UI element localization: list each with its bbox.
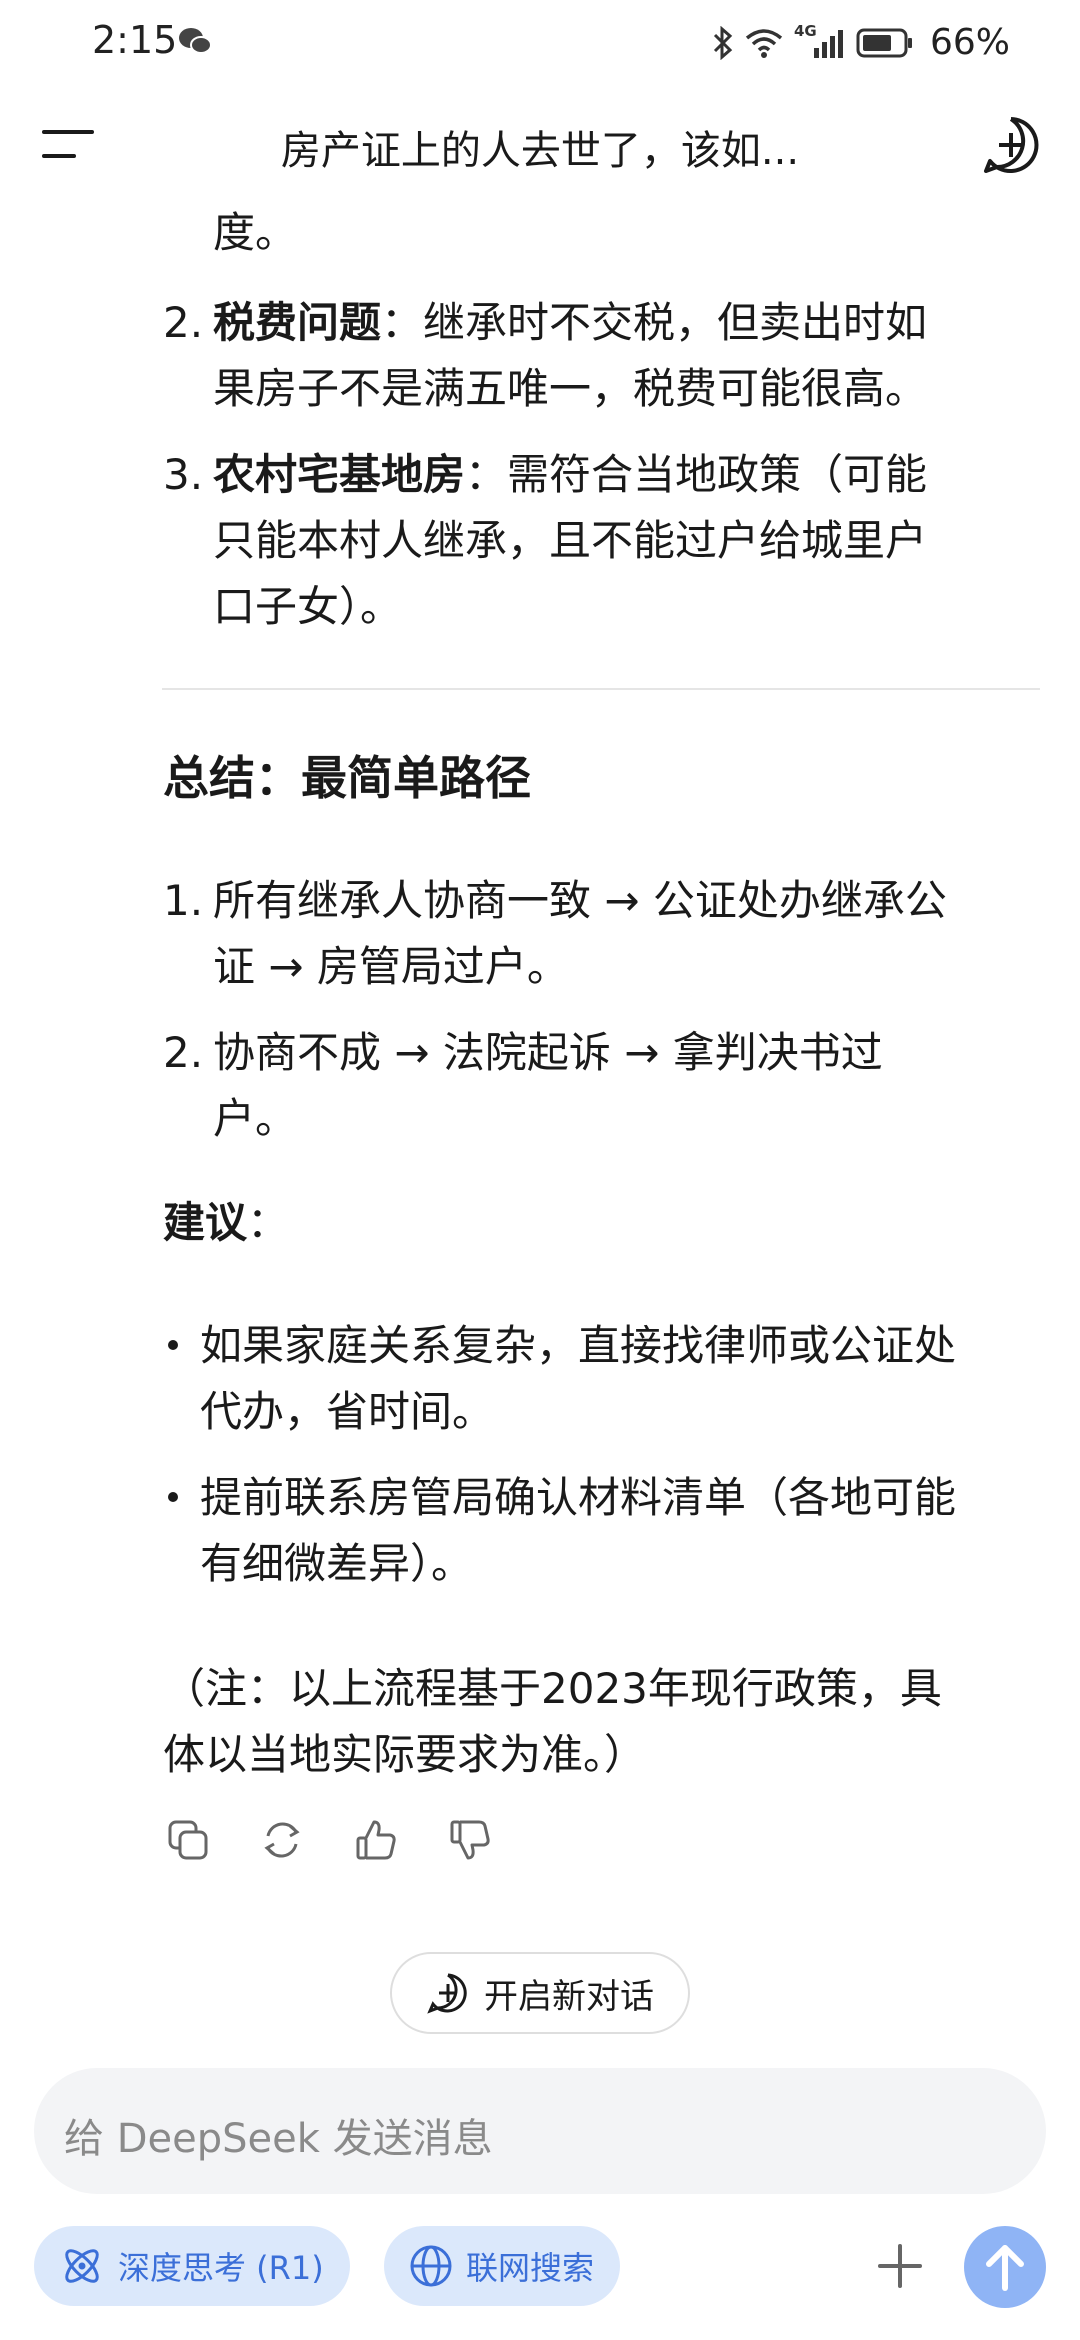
app-header: 房产证上的人去世了，该如... [0,100,1080,190]
new-conversation-label: 开启新对话 [484,1976,654,2017]
status-icons: 4G 66% [712,22,1010,63]
wechat-notification-icon [179,28,212,54]
list-item-text: 户。 [213,1094,298,1143]
section-heading: 总结：最简单路径 [163,751,531,805]
list-item-text: 证 → 房管局过户。 [213,942,569,991]
network-type: 4G [793,21,817,40]
list-item-text: 代办，省时间。 [200,1387,495,1436]
message-input[interactable]: 给 DeepSeek 发送消息 [34,2068,1046,2194]
battery-icon [856,28,912,57]
thumbs-up-icon[interactable] [354,1818,398,1862]
conversation-title: 房产证上的人去世了，该如... [280,128,800,174]
list-item-title: 农村宅基地房 [213,450,466,499]
new-chat-icon [427,1973,467,2014]
advice-label-text: 建议 [163,1198,248,1247]
list-number: 2. [163,1028,204,1077]
list-item-text: 有细微差异）。 [200,1539,474,1588]
list-item-text: 所有继承人协商一致 → 公证处办继承公 [213,876,947,925]
new-conversation-button[interactable]: 开启新对话 [390,1952,690,2034]
list-number: 2. [163,298,204,347]
list-item-text: 如果家庭关系复杂，直接找律师或公证处 [200,1321,957,1370]
send-button[interactable] [964,2226,1046,2308]
list-item: 税费问题：继承时不交税，但卖出时如 [213,290,927,356]
web-search-label: 联网搜索 [466,2249,595,2287]
list-item-text: 提前联系房管局确认材料清单（各地可能 [200,1473,957,1522]
bluetooth-icon [713,25,733,60]
status-bar: 2:15 4G 66% [0,0,1080,90]
web-search-toggle[interactable]: 联网搜索 [384,2226,621,2306]
list-item-text: 只能本村人继承，且不能过户给城里户 [213,516,928,565]
regenerate-icon[interactable] [260,1818,304,1862]
copy-icon[interactable] [166,1818,210,1862]
note-text: （注：以上流程基于2023年现行政策，具 [163,1664,942,1713]
note-text: 体以当地实际要求为准。） [163,1730,647,1779]
list-item-text: 度。 [213,208,298,257]
globe-icon [410,2245,452,2287]
list-item: 农村宅基地房：需符合当地政策（可能 [213,442,927,508]
attach-plus-icon[interactable] [874,2240,926,2292]
atom-icon [65,2249,99,2283]
battery-percent: 66% [929,22,1010,63]
message-input-placeholder: 给 DeepSeek 发送消息 [64,2116,493,2162]
divider [162,688,1040,690]
list-item-title: 税费问题 [213,298,382,347]
list-number: 3. [163,450,204,499]
thumbs-down-icon[interactable] [448,1818,492,1862]
list-item-text: 果房子不是满五唯一，税费可能很高。 [213,364,928,413]
list-item-text: 协商不成 → 法院起诉 → 拿判决书过 [213,1028,883,1077]
arrow-up-icon [986,2245,1024,2291]
list-item-text: ：需符合当地政策（可能 [465,450,928,499]
list-number: 1. [163,876,204,925]
menu-icon[interactable] [40,124,96,164]
deep-think-toggle[interactable]: 深度思考 (R1) [34,2226,350,2306]
advice-colon: ： [247,1198,290,1247]
list-item-text: ：继承时不交税，但卖出时如 [381,298,928,347]
bullet [168,1492,178,1502]
wifi-icon [745,28,783,58]
bullet [168,1340,178,1350]
advice-label: 建议： [163,1190,289,1256]
deep-think-label: 深度思考 (R1) [118,2249,324,2287]
message-actions [166,1818,492,1862]
chat-screen: 2:15 4G 66% 房产证上的人去世了，该如... 度。 2. 税费问题：继… [0,0,1080,2340]
cellular-signal-icon: 4G [794,22,846,60]
new-chat-icon[interactable] [980,114,1042,176]
status-time: 2:15 [92,18,178,62]
list-item-text: 口子女）。 [213,582,403,631]
